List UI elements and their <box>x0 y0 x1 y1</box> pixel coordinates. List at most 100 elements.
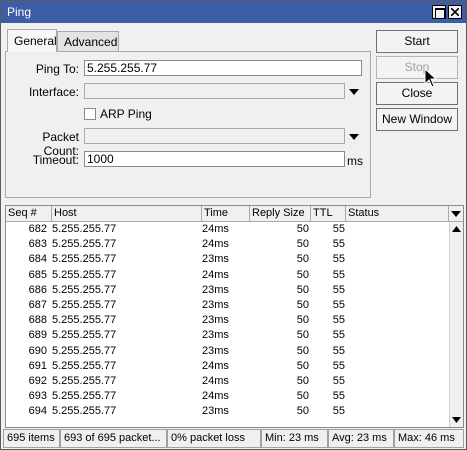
cell-seq: 689 <box>28 329 47 342</box>
cell-seq: 686 <box>28 283 47 296</box>
tab-general[interactable]: General <box>7 29 57 52</box>
start-button[interactable]: Start <box>376 30 458 53</box>
cell-ttl: 55 <box>332 314 345 327</box>
interface-select[interactable] <box>84 83 345 99</box>
cell-host: 5.255.255.77 <box>52 283 117 296</box>
cell-ttl: 55 <box>332 374 345 387</box>
tab-advanced[interactable]: Advanced <box>57 31 119 51</box>
table-row[interactable]: 688 5.255.255.77 23ms 50 55 <box>6 313 449 328</box>
ping-to-label: Ping To: <box>35 62 79 76</box>
cell-reply-size: 50 <box>296 374 309 387</box>
maximize-icon[interactable] <box>432 5 446 19</box>
col-seq[interactable]: Seq # <box>6 206 52 221</box>
col-reply-size[interactable]: Reply Size <box>250 206 311 221</box>
status-avg: Avg: 23 ms <box>328 429 394 448</box>
status-max: Max: 46 ms <box>394 429 464 448</box>
col-time[interactable]: Time <box>202 206 250 221</box>
new-window-button[interactable]: New Window <box>376 108 458 131</box>
cell-time: 24ms <box>202 359 229 372</box>
cell-host: 5.255.255.77 <box>52 374 117 387</box>
col-ttl[interactable]: TTL <box>311 206 346 221</box>
cell-time: 23ms <box>202 344 229 357</box>
cell-time: 24ms <box>202 268 229 281</box>
cell-host: 5.255.255.77 <box>52 238 117 251</box>
window-title: Ping <box>7 5 32 19</box>
cell-host: 5.255.255.77 <box>52 329 117 342</box>
cell-ttl: 55 <box>332 298 345 311</box>
cell-host: 5.255.255.77 <box>52 390 117 403</box>
interface-dropdown-icon[interactable] <box>349 87 359 97</box>
table-scrollbar[interactable] <box>449 222 463 427</box>
cell-reply-size: 50 <box>296 298 309 311</box>
cell-time: 23ms <box>202 298 229 311</box>
packet-count-dropdown-icon[interactable] <box>349 132 359 142</box>
cell-host: 5.255.255.77 <box>52 344 117 357</box>
table-row[interactable]: 683 5.255.255.77 24ms 50 55 <box>6 237 449 252</box>
table-row[interactable]: 692 5.255.255.77 24ms 50 55 <box>6 374 449 389</box>
cell-host: 5.255.255.77 <box>52 314 117 327</box>
timeout-label: Timeout: <box>32 153 79 167</box>
cell-time: 23ms <box>202 253 229 266</box>
cell-seq: 691 <box>28 359 47 372</box>
mouse-cursor-icon <box>424 68 438 88</box>
cell-ttl: 55 <box>332 359 345 372</box>
close-icon[interactable] <box>448 5 462 19</box>
col-status[interactable]: Status <box>346 206 449 221</box>
status-packets: 693 of 695 packet... <box>60 429 167 448</box>
table-row[interactable]: 690 5.255.255.77 23ms 50 55 <box>6 344 449 359</box>
cell-time: 24ms <box>202 374 229 387</box>
cell-seq: 693 <box>28 390 47 403</box>
cell-time: 23ms <box>202 405 229 418</box>
scroll-up-icon[interactable] <box>452 226 461 232</box>
table-row[interactable]: 685 5.255.255.77 24ms 50 55 <box>6 268 449 283</box>
scroll-down-icon[interactable] <box>452 417 461 423</box>
packet-count-field[interactable] <box>84 128 345 144</box>
cell-ttl: 55 <box>332 344 345 357</box>
cell-reply-size: 50 <box>296 253 309 266</box>
table-row[interactable]: 684 5.255.255.77 23ms 50 55 <box>6 252 449 267</box>
cell-host: 5.255.255.77 <box>52 405 117 418</box>
arp-ping-checkbox[interactable] <box>84 108 96 120</box>
table-row[interactable]: 691 5.255.255.77 24ms 50 55 <box>6 359 449 374</box>
ping-to-field[interactable]: 5.255.255.77 <box>84 60 362 76</box>
cell-ttl: 55 <box>332 405 345 418</box>
column-menu-icon[interactable] <box>449 206 463 221</box>
cell-time: 23ms <box>202 314 229 327</box>
status-bar: 695 items 693 of 695 packet... 0% packet… <box>3 429 464 449</box>
table-row[interactable]: 694 5.255.255.77 23ms 50 55 <box>6 404 449 419</box>
cell-time: 24ms <box>202 390 229 403</box>
table-row[interactable]: 693 5.255.255.77 24ms 50 55 <box>6 389 449 404</box>
status-packet-loss: 0% packet loss <box>167 429 261 448</box>
table-row[interactable]: 687 5.255.255.77 23ms 50 55 <box>6 298 449 313</box>
cell-time: 24ms <box>202 238 229 251</box>
arp-ping-label: ARP Ping <box>100 107 152 121</box>
cell-seq: 687 <box>28 298 47 311</box>
cell-time: 23ms <box>202 329 229 342</box>
cell-ttl: 55 <box>332 238 345 251</box>
cell-reply-size: 50 <box>296 344 309 357</box>
cell-reply-size: 50 <box>296 329 309 342</box>
cell-ttl: 55 <box>332 390 345 403</box>
table-row[interactable]: 686 5.255.255.77 23ms 50 55 <box>6 283 449 298</box>
cell-reply-size: 50 <box>296 359 309 372</box>
cell-host: 5.255.255.77 <box>52 253 117 266</box>
cell-seq: 682 <box>28 223 47 235</box>
ping-results-table: Seq # Host Time Reply Size TTL Status 68… <box>5 205 464 428</box>
cell-ttl: 55 <box>332 268 345 281</box>
cell-seq: 685 <box>28 268 47 281</box>
title-bar[interactable]: Ping <box>1 1 466 23</box>
col-host[interactable]: Host <box>52 206 202 221</box>
table-row[interactable]: 682 5.255.255.77 24ms 50 55 <box>6 222 449 237</box>
close-button[interactable]: Close <box>376 82 458 105</box>
cell-reply-size: 50 <box>296 238 309 251</box>
interface-label: Interface: <box>28 85 79 99</box>
table-body: 682 5.255.255.77 24ms 50 55 683 5.255.255.77 24… <box>6 222 449 419</box>
table-row[interactable]: 689 5.255.255.77 23ms 50 55 <box>6 328 449 343</box>
cell-seq: 692 <box>28 374 47 387</box>
cell-seq: 688 <box>28 314 47 327</box>
timeout-field[interactable]: 1000 <box>84 151 345 167</box>
cell-seq: 683 <box>28 238 47 251</box>
cell-reply-size: 50 <box>296 283 309 296</box>
cell-host: 5.255.255.77 <box>52 359 117 372</box>
stop-button[interactable]: Stop <box>376 56 458 79</box>
